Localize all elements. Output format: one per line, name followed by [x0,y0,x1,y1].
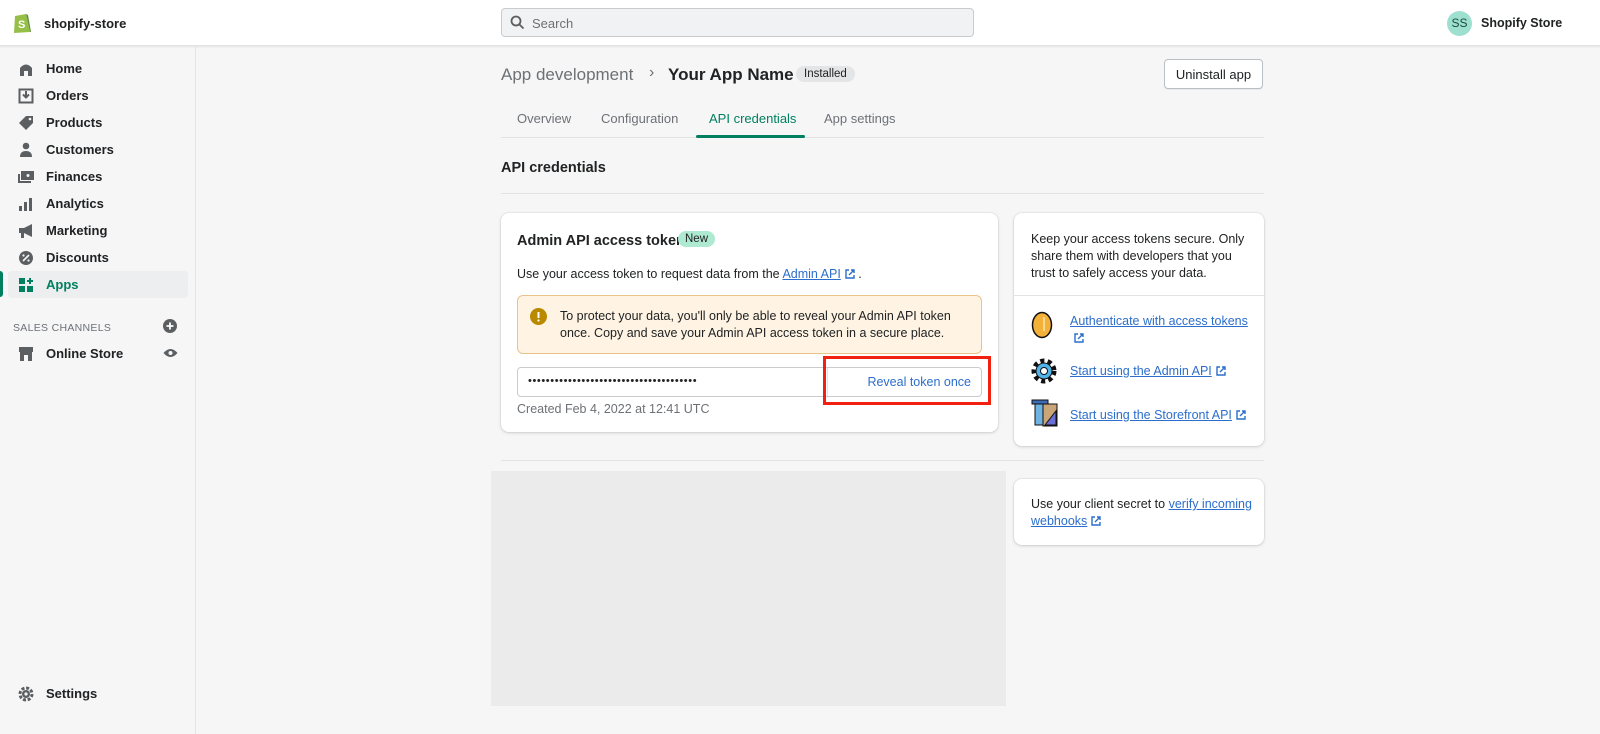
sidebar-item-label: Online Store [46,346,124,361]
store-icon [17,345,35,363]
sidebar-item-label: Apps [46,277,79,292]
security-note: Keep your access tokens secure. Only sha… [1031,232,1245,280]
admin-api-link-wrap: Start using the Admin API [1070,364,1226,378]
store-name[interactable]: shopify-store [44,16,126,31]
external-link-icon [1091,516,1101,526]
webhook-text: Use your client secret to verify incomin… [1031,496,1253,530]
search-placeholder: Search [532,16,574,31]
masked-token: •••••••••••••••••••••••••••••••••••••• [528,375,698,387]
bar-chart-icon [17,195,35,213]
sidebar-item-apps[interactable]: Apps [8,271,188,298]
sidebar-item-label: Customers [46,142,114,157]
divider [501,460,1264,461]
person-icon [17,141,35,159]
external-link-icon [1236,410,1246,420]
sidebar-item-finances[interactable]: Finances [8,163,188,190]
sidebar-item-label: Discounts [46,250,109,265]
gear-icon [1031,358,1057,384]
highlight-box [823,356,991,405]
sidebar-item-label: Orders [46,88,89,103]
search-icon [510,15,525,30]
sidebar-item-label: Products [46,115,103,130]
webhook-prefix: Use your client secret to [1031,497,1166,511]
page-title: Your App Name [668,65,794,84]
status-badge: Installed [796,66,855,82]
sidebar: Home Orders Products Customers Finances … [0,46,196,734]
divider [1014,295,1264,296]
section-title: API credentials [501,160,606,176]
new-badge: New [678,231,716,247]
tab-overview[interactable]: Overview [517,111,571,126]
chevron-right-icon: › [649,64,655,81]
tab-app-settings[interactable]: App settings [824,111,896,126]
auth-link-wrap: Authenticate with access tokens [1070,313,1250,347]
sidebar-item-settings[interactable]: Settings [8,680,188,707]
webhook-card: Use your client secret to verify incomin… [1014,479,1264,545]
description-text: Use your access token to request data fr… [517,267,780,281]
megaphone-icon [17,222,35,240]
warning-icon [530,308,547,325]
breadcrumb-app-development[interactable]: App development [501,65,633,85]
discount-icon [17,249,35,267]
sales-channels-heading: SALES CHANNELS [13,322,112,334]
divider [501,193,1264,194]
description-suffix: . [858,267,862,281]
add-channel-icon[interactable] [163,319,177,333]
card-description: Use your access token to request data fr… [517,267,862,281]
eye-icon[interactable] [163,348,178,358]
active-indicator [0,271,3,297]
external-link-icon [1216,366,1226,376]
storefront-icon [1031,399,1058,427]
content-placeholder [491,471,1006,706]
avatar[interactable]: SS [1447,11,1472,36]
coin-icon [1031,311,1053,339]
storefront-link-wrap: Start using the Storefront API [1070,408,1246,422]
orders-icon [17,87,35,105]
sidebar-item-orders[interactable]: Orders [8,82,188,109]
admin-api-guide-link[interactable]: Start using the Admin API [1070,364,1212,378]
search-input[interactable]: Search [501,8,974,37]
svg-text:S: S [18,19,25,31]
home-icon [17,60,35,78]
card-title: Admin API access token [517,233,685,249]
uninstall-app-button[interactable]: Uninstall app [1164,59,1263,89]
external-link-icon [845,269,855,279]
tab-api-credentials[interactable]: API credentials [709,111,796,126]
top-bar: S shopify-store Search SS Shopify Store [0,0,1600,46]
sidebar-item-label: Finances [46,169,103,184]
finances-icon [17,168,35,186]
sidebar-item-label: Marketing [46,223,108,238]
user-name[interactable]: Shopify Store [1481,16,1562,30]
gear-icon [17,685,35,703]
created-timestamp: Created Feb 4, 2022 at 12:41 UTC [517,402,710,416]
active-tab-indicator [696,135,805,138]
security-tips-card: Keep your access tokens secure. Only sha… [1014,213,1264,446]
sidebar-item-label: Analytics [46,196,104,211]
tabs: Overview Configuration API credentials A… [501,102,1264,138]
sidebar-item-customers[interactable]: Customers [8,136,188,163]
external-link-icon [1074,333,1084,343]
tab-configuration[interactable]: Configuration [601,111,678,126]
storefront-api-link[interactable]: Start using the Storefront API [1070,408,1232,422]
apps-icon [17,276,35,294]
authenticate-link[interactable]: Authenticate with access tokens [1070,314,1248,328]
warning-text: To protect your data, you'll only be abl… [560,309,951,340]
shopify-logo-icon: S [14,14,31,33]
admin-api-link[interactable]: Admin API [782,267,840,281]
sidebar-item-online-store[interactable]: Online Store [8,340,188,367]
sidebar-item-home[interactable]: Home [8,55,188,82]
sidebar-item-label: Home [46,61,83,76]
tag-icon [17,114,35,132]
sidebar-item-analytics[interactable]: Analytics [8,190,188,217]
sidebar-item-discounts[interactable]: Discounts [8,244,188,271]
sidebar-item-label: Settings [46,686,98,701]
warning-banner: To protect your data, you'll only be abl… [517,295,982,354]
sidebar-item-marketing[interactable]: Marketing [8,217,188,244]
sidebar-item-products[interactable]: Products [8,109,188,136]
